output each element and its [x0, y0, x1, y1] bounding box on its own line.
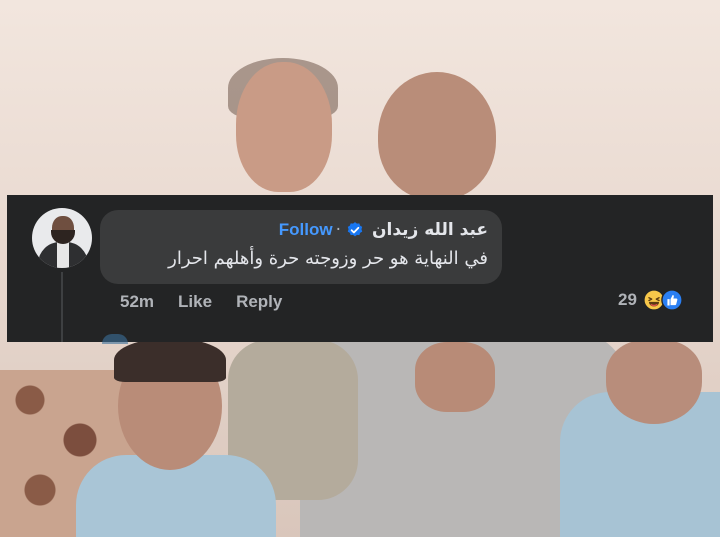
avatar-shirt	[57, 242, 69, 268]
comment-header: Follow · عبد الله زيدان	[279, 217, 488, 243]
reply-button[interactable]: Reply	[236, 292, 282, 312]
reaction-count: 29	[618, 290, 637, 309]
thread-line	[61, 272, 63, 342]
comment-text: في النهاية هو حر وزوجته حرة وأهلهم احرار	[168, 248, 488, 269]
left-child-hair	[114, 338, 226, 382]
like-icon	[661, 289, 683, 311]
author-name[interactable]: عبد الله زيدان	[372, 220, 488, 240]
comment-timestamp[interactable]: 52m	[120, 292, 154, 312]
author-avatar[interactable]	[32, 208, 92, 268]
man-head	[378, 72, 496, 200]
man-hand	[415, 342, 495, 412]
like-button[interactable]: Like	[178, 292, 212, 312]
reply-avatar-peek	[102, 334, 128, 344]
right-child-head	[606, 340, 702, 424]
follow-button[interactable]: Follow	[279, 220, 333, 240]
comment-actions: 52m Like Reply	[120, 292, 282, 312]
separator-dot: ·	[335, 220, 341, 240]
child-head	[236, 62, 332, 192]
reaction-summary[interactable]: 29	[618, 289, 683, 311]
comment-card: Follow · عبد الله زيدان في النهاية هو حر…	[7, 195, 713, 342]
comment-bubble: Follow · عبد الله زيدان في النهاية هو حر…	[100, 210, 502, 284]
verified-badge-icon	[347, 222, 363, 237]
